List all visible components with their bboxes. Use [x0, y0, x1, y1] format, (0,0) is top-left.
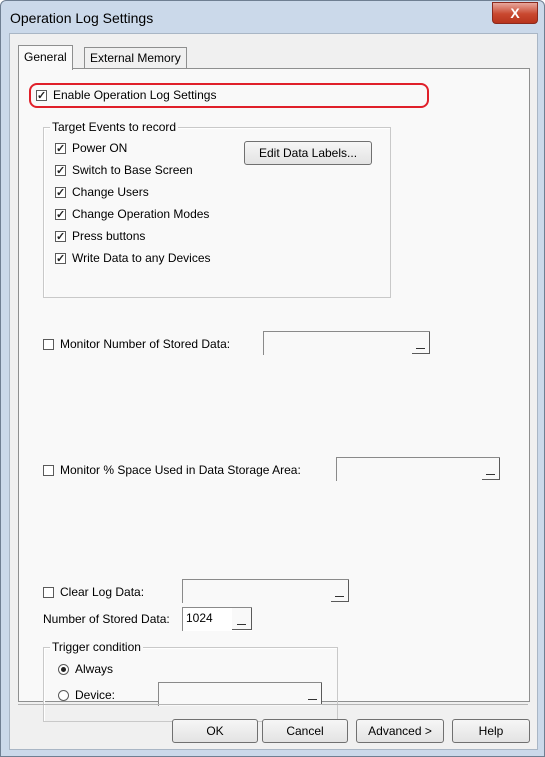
tab-external-memory[interactable]: External Memory — [84, 47, 187, 69]
enable-log-checkbox[interactable]: Enable Operation Log Settings — [36, 87, 217, 104]
event-power-on-checkbox[interactable]: Power ON — [55, 140, 128, 157]
event-press-buttons-label: Press buttons — [72, 229, 146, 243]
event-write-data-label: Write Data to any Devices — [72, 251, 211, 265]
event-press-buttons-checkbox[interactable]: Press buttons — [55, 228, 146, 245]
target-events-group: Target Events to record Power ON Switch … — [43, 120, 391, 298]
ok-button[interactable]: OK — [172, 719, 258, 743]
target-events-group-label: Target Events to record — [50, 120, 179, 134]
checkbox-unchecked-icon — [43, 465, 54, 476]
checkbox-unchecked-icon — [43, 587, 54, 598]
cancel-button[interactable]: Cancel — [262, 719, 348, 743]
checkbox-checked-icon — [55, 163, 66, 179]
advanced-button[interactable]: Advanced > — [356, 719, 444, 743]
general-tab-panel: Enable Operation Log Settings Target Eve… — [18, 68, 530, 722]
radio-unselected-icon — [58, 690, 69, 701]
browse-button[interactable] — [331, 580, 349, 602]
event-power-on-label: Power ON — [72, 141, 128, 155]
checkbox-checked-icon — [55, 185, 66, 201]
trigger-always-label: Always — [75, 662, 114, 676]
title-bar[interactable]: Operation Log Settings X — [1, 1, 544, 33]
stored-data-label: Number of Stored Data: — [43, 612, 170, 626]
trigger-condition-group: Trigger condition Always Device: — [43, 640, 338, 722]
event-change-modes-label: Change Operation Modes — [72, 207, 210, 221]
event-change-users-label: Change Users — [72, 185, 149, 199]
browse-button[interactable] — [304, 683, 322, 705]
clear-log-label: Clear Log Data: — [60, 585, 145, 599]
checkbox-checked-icon — [55, 141, 66, 157]
monitor-space-label: Monitor % Space Used in Data Storage Are… — [60, 463, 301, 477]
event-switch-screen-checkbox[interactable]: Switch to Base Screen — [55, 162, 193, 179]
monitor-stored-checkbox[interactable]: Monitor Number of Stored Data: — [43, 336, 230, 352]
stored-data-value: 1024 — [186, 611, 213, 625]
monitor-stored-device-field[interactable] — [263, 331, 430, 355]
clear-log-checkbox[interactable]: Clear Log Data: — [43, 584, 144, 600]
stored-data-input[interactable]: 1024 — [182, 607, 252, 631]
tab-general-label: General — [24, 50, 67, 64]
checkbox-checked-icon — [36, 88, 47, 104]
enable-log-label: Enable Operation Log Settings — [53, 88, 217, 102]
checkbox-unchecked-icon — [43, 339, 54, 350]
checkbox-checked-icon — [55, 229, 66, 245]
tab-external-memory-label: External Memory — [90, 51, 181, 65]
checkbox-checked-icon — [55, 251, 66, 267]
edit-data-labels-button[interactable]: Edit Data Labels... — [244, 141, 372, 165]
event-switch-screen-label: Switch to Base Screen — [72, 163, 193, 177]
dialog-client-area: General External Memory Enable Operation… — [9, 33, 538, 750]
dialog-window: Operation Log Settings X General Externa… — [0, 0, 545, 757]
trigger-device-field[interactable] — [158, 682, 322, 706]
help-button[interactable]: Help — [452, 719, 530, 743]
close-button[interactable]: X — [492, 2, 538, 24]
monitor-space-device-field[interactable] — [336, 457, 500, 481]
close-icon: X — [510, 5, 520, 21]
monitor-stored-label: Monitor Number of Stored Data: — [60, 337, 231, 351]
monitor-space-checkbox[interactable]: Monitor % Space Used in Data Storage Are… — [43, 462, 301, 478]
trigger-always-radio[interactable]: Always — [58, 661, 113, 677]
trigger-group-label: Trigger condition — [50, 640, 143, 654]
radio-selected-icon — [58, 664, 69, 675]
stored-data-dropdown-button[interactable] — [232, 608, 252, 630]
browse-button[interactable] — [412, 332, 430, 354]
clear-log-device-field[interactable] — [182, 579, 349, 603]
event-write-data-checkbox[interactable]: Write Data to any Devices — [55, 250, 211, 267]
event-change-users-checkbox[interactable]: Change Users — [55, 184, 149, 201]
trigger-device-label: Device: — [75, 688, 116, 702]
checkbox-checked-icon — [55, 207, 66, 223]
browse-button[interactable] — [482, 458, 500, 480]
window-title: Operation Log Settings — [10, 10, 154, 26]
trigger-device-radio[interactable]: Device: — [58, 687, 115, 703]
tab-general[interactable]: General — [18, 45, 73, 70]
button-bar-separator — [18, 704, 528, 705]
event-change-modes-checkbox[interactable]: Change Operation Modes — [55, 206, 210, 223]
